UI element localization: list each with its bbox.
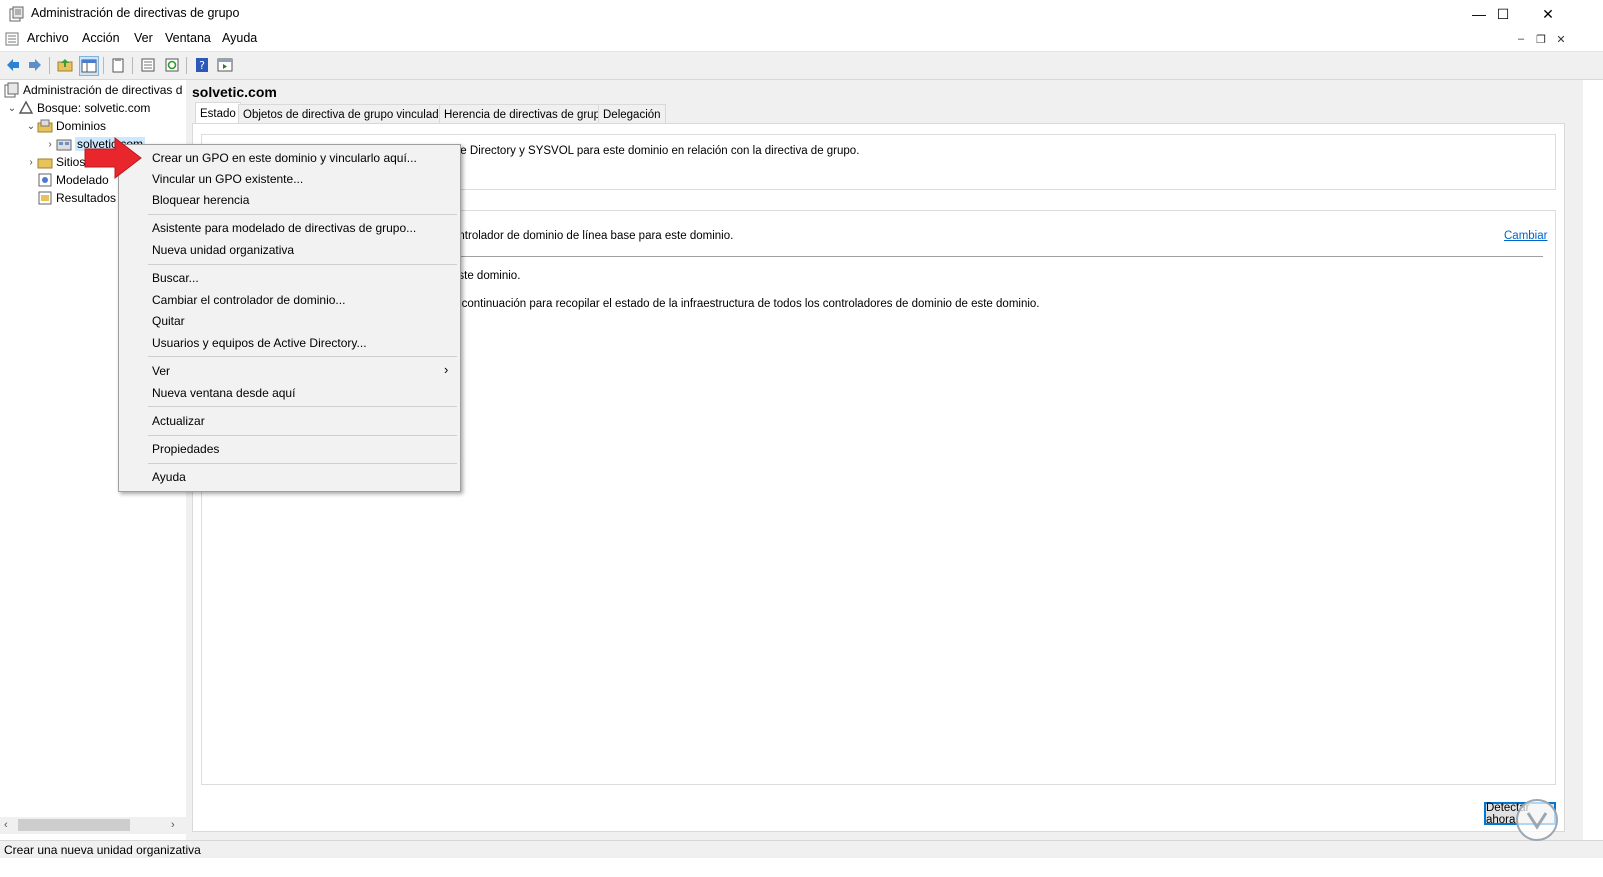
domain-title: solvetic.com [192,84,277,100]
mdi-restore-button[interactable]: ❐ [1533,31,1549,47]
back-arrow-icon[interactable] [4,56,22,74]
window-title: Administración de directivas de grupo [31,6,240,20]
toolbar-separator [186,57,187,74]
context-menu: Crear un GPO en este dominio y vincularl… [118,144,461,492]
change-link[interactable]: Cambiar [1504,230,1547,242]
tree-label-domains: Dominios [56,119,107,133]
console-menu-icon[interactable] [5,31,21,47]
tree-horizontal-scrollbar[interactable]: ‹ › [0,817,186,834]
menu-item-ad-users[interactable]: Usuarios y equipos de Active Directory..… [152,336,367,350]
mdi-minimize-button[interactable]: – [1513,31,1529,47]
results-icon [38,191,52,205]
toolbar-separator [103,57,104,74]
domain-status-text: este dominio. [452,270,521,282]
baseline-description: ontrolador de dominio de línea base para… [452,230,734,242]
menu-item-search[interactable]: Buscar... [152,271,199,285]
menu-separator [148,264,457,265]
tree-item-domains[interactable]: ⌄ Dominios [25,117,106,135]
collect-status-text: a continuación para recopilar el estado … [452,298,1040,310]
submenu-chevron-icon: › [444,362,449,377]
status-text: Crear una nueva unidad organizativa [4,843,201,857]
menu-item-create-gpo[interactable]: Crear un GPO en este dominio y vincularl… [152,151,417,165]
menu-item-new-ou[interactable]: Nueva unidad organizativa [152,243,294,257]
menu-item-change-dc[interactable]: Cambiar el controlador de dominio... [152,293,345,307]
title-bar: Administración de directivas de grupo — … [0,0,1603,28]
menu-separator [148,214,457,215]
divider [452,256,1543,257]
close-button[interactable]: ✕ [1525,0,1571,28]
domain-icon [56,139,72,151]
menu-separator [148,435,457,436]
tree-label-forest: Bosque: solvetic.com [37,101,151,115]
tree-label-results: Resultados [56,191,117,205]
menu-archivo[interactable]: Archivo [27,31,69,45]
scroll-left-icon[interactable]: ‹ [4,819,8,831]
status-bar: Crear una nueva unidad organizativa [0,840,1603,858]
tab-inheritance[interactable]: Herencia de directivas de grupo [439,104,612,124]
tree-label-root: Administración de directivas d [23,83,183,97]
expand-chevron-icon[interactable]: ⌄ [6,103,18,114]
scroll-right-icon[interactable]: › [171,819,175,831]
tree-label-sites: Sitios [56,155,86,169]
properties-icon[interactable] [139,56,157,74]
toolbar-separator [49,57,50,74]
mdi-close-button[interactable]: ✕ [1553,31,1569,47]
menu-separator [148,463,457,464]
svg-text:?: ? [199,59,205,72]
tree-item-sites[interactable]: › Sitios [25,153,85,171]
menu-bar: Archivo Acción Ver Ventana Ayuda – ❐ ✕ [0,28,1603,50]
menu-item-view[interactable]: Ver [152,364,170,378]
sites-folder-icon [37,158,53,169]
menu-separator [148,406,457,407]
annotation-arrow-icon [84,136,142,180]
up-folder-icon[interactable] [56,56,74,74]
domains-folder-icon [37,119,53,133]
maximize-button[interactable]: ☐ [1480,0,1526,28]
status-description: ive Directory y SYSVOL para este dominio… [452,145,860,157]
toolbar: ? [0,51,1603,80]
forest-icon [18,100,34,114]
actions-vertical-scrollbar[interactable] [1566,80,1583,858]
tree-item-forest[interactable]: ⌄ Bosque: solvetic.com [6,99,150,117]
menu-ver[interactable]: Ver [134,31,153,45]
menu-ayuda[interactable]: Ayuda [222,31,257,45]
forward-arrow-icon[interactable] [26,56,44,74]
toolbar-separator [132,57,133,74]
clipboard-icon[interactable] [109,56,127,74]
tab-linked-gpos[interactable]: Objetos de directiva de grupo vinculados [238,104,456,124]
menu-item-modeling-wizard[interactable]: Asistente para modelado de directivas de… [152,221,416,235]
menu-item-properties[interactable]: Propiedades [152,442,219,456]
console-icon[interactable] [216,56,234,74]
refresh-icon[interactable] [163,56,181,74]
show-hide-tree-icon[interactable] [79,56,99,76]
menu-accion[interactable]: Acción [82,31,120,45]
menu-item-new-window[interactable]: Nueva ventana desde aquí [152,386,295,400]
collapse-chevron-icon[interactable]: › [44,139,56,150]
menu-item-remove[interactable]: Quitar [152,314,185,328]
watermark-logo-icon [1516,799,1558,841]
expand-chevron-icon[interactable]: ⌄ [25,121,37,132]
menu-item-refresh[interactable]: Actualizar [152,414,205,428]
menu-item-help[interactable]: Ayuda [152,470,186,484]
collapse-chevron-icon[interactable]: › [25,157,37,168]
menu-item-block-inheritance[interactable]: Bloquear herencia [152,193,249,207]
help-icon[interactable]: ? [193,56,211,74]
menu-separator [148,356,457,357]
tab-delegation[interactable]: Delegación [598,104,666,124]
modeling-icon [38,173,52,187]
tree-item-results[interactable]: Resultados [37,189,116,207]
tab-estado[interactable]: Estado [195,102,241,124]
tree-item-gpmc-root[interactable]: Administración de directivas d [4,81,182,99]
gpmc-root-icon [4,82,19,98]
scrollbar-thumb[interactable] [18,819,130,831]
gpmc-app-icon [9,6,24,22]
menu-item-link-gpo[interactable]: Vincular un GPO existente... [152,172,303,186]
menu-ventana[interactable]: Ventana [165,31,211,45]
